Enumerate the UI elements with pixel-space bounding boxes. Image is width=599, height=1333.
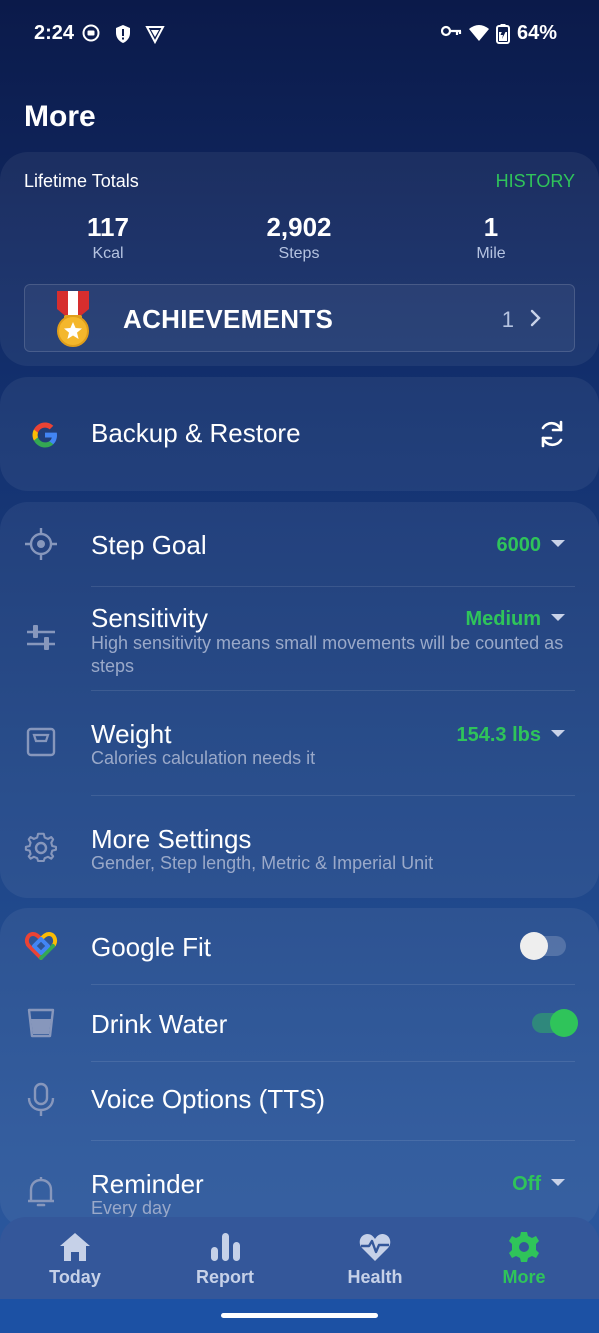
achievements-button[interactable]: ACHIEVEMENTS 1 [24, 284, 575, 352]
more-settings-row[interactable]: More Settings Gender, Step length, Metri… [0, 796, 599, 896]
stat-steps-unit: Steps [278, 245, 320, 262]
step-goal-title: Step Goal [91, 530, 207, 560]
gesture-navigation-area [0, 1299, 599, 1333]
sensitivity-row[interactable]: Sensitivity Medium High sensitivity mean… [0, 587, 599, 690]
stat-steps-value: 2,902 [266, 212, 332, 242]
nav-health[interactable]: Health [300, 1217, 450, 1299]
medal-icon [53, 291, 93, 347]
google-fit-toggle[interactable] [520, 932, 566, 960]
nav-report[interactable]: Report [150, 1217, 300, 1299]
weight-title: Weight [91, 719, 172, 749]
step-goal-row[interactable]: Step Goal 6000 [0, 508, 599, 586]
stat-kcal-unit: Kcal [92, 245, 124, 262]
reminder-row[interactable]: Reminder Off Every day [0, 1141, 599, 1218]
status-bar: 2:24 64% [0, 0, 599, 72]
nav-today-label: Today [49, 1267, 101, 1287]
stat-steps: 2,902 Steps [229, 212, 369, 263]
vpn-shield-icon [145, 24, 165, 49]
sensitivity-subtitle: High sensitivity means small movements w… [91, 633, 564, 676]
drink-water-title: Drink Water [91, 1009, 228, 1039]
google-fit-title: Google Fit [91, 932, 211, 962]
heart-pulse-icon [358, 1231, 392, 1268]
step-goal-value: 6000 [496, 534, 542, 556]
shield-alert-icon [114, 24, 132, 49]
chevron-right-icon [530, 309, 542, 332]
reminder-value: Off [512, 1173, 541, 1195]
reminder-title: Reminder [91, 1169, 204, 1199]
sensitivity-value: Medium [465, 608, 541, 630]
bar-chart-icon [208, 1231, 242, 1268]
stat-mile: 1 Mile [421, 212, 561, 263]
nav-report-label: Report [196, 1267, 254, 1287]
microphone-icon [24, 1082, 58, 1123]
gear-icon [507, 1231, 541, 1268]
nav-today[interactable]: Today [0, 1217, 150, 1299]
dropdown-caret-icon [551, 1179, 565, 1186]
toggle-knob [550, 1009, 578, 1037]
sensitivity-title: Sensitivity [91, 603, 209, 633]
dropdown-caret-icon [551, 540, 565, 547]
gear-icon [24, 830, 58, 869]
achievements-label: ACHIEVEMENTS [123, 304, 334, 334]
google-fit-icon [24, 930, 58, 965]
key-icon [440, 24, 463, 43]
sliders-icon [24, 623, 58, 658]
home-icon [58, 1231, 92, 1268]
voice-options-row[interactable]: Voice Options (TTS) [0, 1062, 599, 1140]
status-time: 2:24 [34, 22, 75, 44]
nav-more-label: More [502, 1267, 546, 1287]
weight-row[interactable]: Weight 154.3 lbs Calories calculation ne… [0, 691, 599, 795]
stat-kcal-value: 117 [87, 212, 129, 242]
wifi-icon [468, 24, 490, 47]
more-settings-title: More Settings [91, 824, 252, 854]
scale-icon [24, 725, 58, 764]
home-gesture-bar[interactable] [221, 1313, 378, 1318]
achievements-count: 1 [501, 307, 514, 332]
google-fit-row[interactable]: Google Fit [0, 908, 599, 984]
battery-icon [496, 24, 510, 49]
stat-kcal: 117 Kcal [38, 212, 178, 263]
backup-restore-label: Backup & Restore [91, 418, 301, 448]
google-logo-icon [30, 420, 60, 455]
water-glass-icon [24, 1007, 58, 1044]
drink-water-row[interactable]: Drink Water [0, 985, 599, 1061]
battery-percent: 64% [516, 22, 557, 44]
bottom-navigation: Today Report Health More [0, 1217, 599, 1299]
toggle-knob [520, 932, 548, 960]
more-settings-subtitle: Gender, Step length, Metric & Imperial U… [91, 853, 434, 873]
stat-mile-unit: Mile [476, 245, 506, 262]
stat-mile-value: 1 [483, 212, 499, 242]
weight-value: 154.3 lbs [456, 724, 541, 746]
weight-subtitle: Calories calculation needs it [91, 748, 316, 768]
nav-health-label: Health [347, 1267, 403, 1287]
history-link[interactable]: HISTORY [496, 171, 575, 192]
nav-more[interactable]: More [449, 1217, 599, 1299]
drink-water-toggle[interactable] [532, 1009, 578, 1037]
screen-record-icon [82, 24, 100, 47]
dropdown-caret-icon [551, 730, 565, 737]
voice-options-title: Voice Options (TTS) [91, 1084, 326, 1114]
dropdown-caret-icon [551, 614, 565, 621]
sync-icon[interactable] [536, 418, 568, 455]
page-title: More [24, 100, 96, 133]
target-icon [24, 527, 58, 566]
lifetime-totals-label: Lifetime Totals [24, 171, 139, 191]
bell-icon [24, 1175, 58, 1214]
